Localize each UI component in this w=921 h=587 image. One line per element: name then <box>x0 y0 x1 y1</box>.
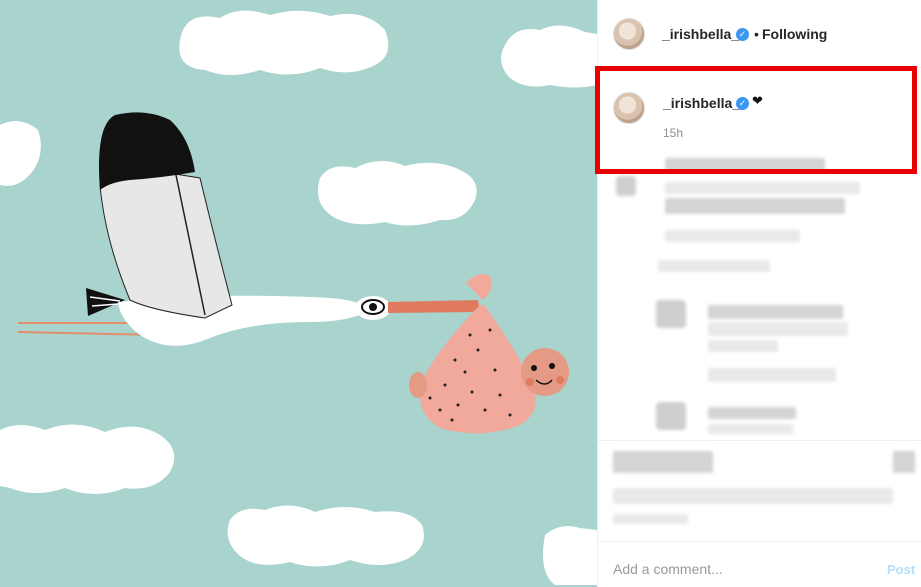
divider <box>598 440 921 441</box>
verified-badge-icon: ✓ <box>736 28 749 41</box>
following-button[interactable]: Following <box>762 26 827 42</box>
post-comment-button[interactable]: Post <box>887 562 915 577</box>
comment-meta-redacted <box>708 368 836 382</box>
comment-input[interactable] <box>613 561 863 577</box>
highlight-box <box>595 66 917 174</box>
author-avatar[interactable] <box>613 18 645 50</box>
date-redacted <box>613 514 688 524</box>
likes-redacted <box>613 488 893 504</box>
comment-text-redacted <box>665 182 860 194</box>
comment-meta-redacted <box>665 230 800 242</box>
comment-avatar[interactable] <box>656 300 686 328</box>
post-header: _irishbella_ ✓ • Following <box>598 0 921 68</box>
save-icon-redacted[interactable] <box>893 451 915 473</box>
action-icons-redacted[interactable] <box>613 451 713 473</box>
stork-illustration <box>0 10 597 585</box>
divider <box>598 541 921 542</box>
view-replies-redacted[interactable] <box>658 260 770 272</box>
comment-text-redacted <box>708 322 848 336</box>
comment-text-redacted <box>708 305 843 319</box>
comment-text-redacted <box>708 340 778 352</box>
comment-text-redacted <box>708 407 796 419</box>
baby-bundle <box>409 274 569 434</box>
comment-text-redacted <box>708 424 793 434</box>
follow-separator: • <box>754 26 759 42</box>
comment-avatar[interactable] <box>616 176 636 196</box>
author-username[interactable]: _irishbella_ <box>662 26 739 42</box>
comment-text-redacted <box>665 198 845 214</box>
post-image[interactable] <box>0 0 597 587</box>
comment-avatar[interactable] <box>656 402 686 430</box>
